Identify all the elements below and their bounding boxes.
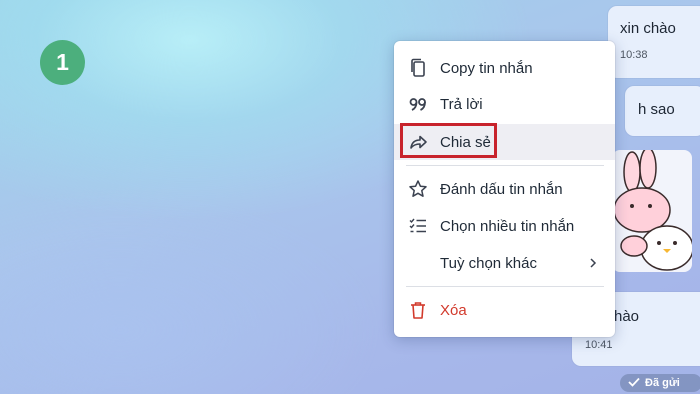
message-context-menu: Copy tin nhắn Trả lời Chia sẻ Đánh dấu t… bbox=[394, 41, 615, 337]
step-number-badge: 1 bbox=[40, 40, 85, 85]
menu-item-label: Tuỳ chọn khác bbox=[440, 255, 537, 272]
menu-item-mark-message[interactable]: Đánh dấu tin nhắn bbox=[394, 171, 615, 207]
menu-item-more-options[interactable]: Tuỳ chọn khác bbox=[394, 245, 615, 281]
menu-item-label: Chọn nhiều tin nhắn bbox=[440, 218, 575, 235]
quote-icon bbox=[408, 94, 428, 114]
message-text: h sao bbox=[638, 101, 675, 118]
menu-divider bbox=[406, 165, 604, 166]
star-icon bbox=[408, 179, 428, 199]
trash-icon bbox=[408, 300, 428, 320]
menu-item-label: Trả lời bbox=[440, 96, 483, 113]
menu-item-select-multiple[interactable]: Chọn nhiều tin nhắn bbox=[394, 208, 615, 244]
menu-item-label: Xóa bbox=[440, 302, 467, 319]
message-time: 10:38 bbox=[620, 49, 648, 61]
check-icon bbox=[628, 377, 640, 390]
message-bubble[interactable]: xin chào 10:38 bbox=[608, 6, 700, 78]
menu-item-delete[interactable]: Xóa bbox=[394, 292, 615, 328]
sticker-image[interactable] bbox=[612, 150, 692, 272]
menu-item-label: Đánh dấu tin nhắn bbox=[440, 181, 563, 198]
menu-item-reply[interactable]: Trả lời bbox=[394, 86, 615, 122]
menu-divider bbox=[406, 286, 604, 287]
message-time: 10:41 bbox=[585, 339, 613, 351]
menu-item-copy[interactable]: Copy tin nhắn bbox=[394, 50, 615, 86]
copy-icon bbox=[408, 58, 428, 78]
chevron-right-icon bbox=[588, 255, 598, 271]
sent-status-label: Đã gửi bbox=[645, 377, 680, 389]
menu-item-label: Copy tin nhắn bbox=[440, 60, 533, 77]
message-text: hào bbox=[614, 308, 640, 325]
highlight-box bbox=[400, 123, 497, 158]
message-bubble[interactable]: h sao bbox=[625, 86, 700, 136]
multi-select-icon bbox=[408, 216, 428, 236]
sent-status-badge: Đã gửi bbox=[620, 374, 700, 392]
message-text: xin chào bbox=[620, 20, 676, 37]
